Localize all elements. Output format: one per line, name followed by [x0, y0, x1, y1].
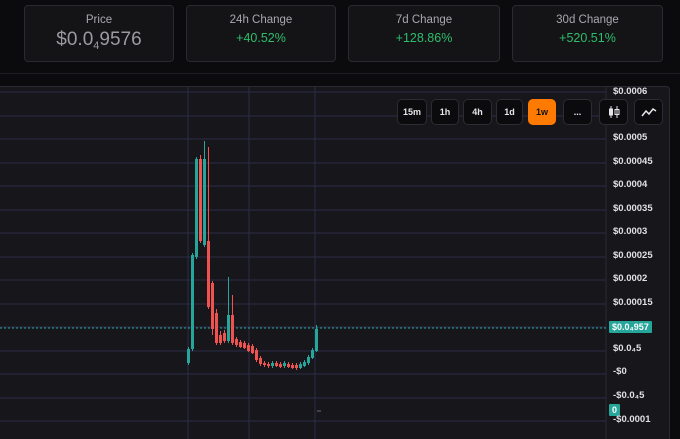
- candle-body: [255, 350, 258, 360]
- y-axis-label: $0.00025: [613, 250, 653, 261]
- y-axis-label: $0.00045: [613, 156, 653, 167]
- candle-body: [279, 364, 282, 367]
- candle-body: [195, 159, 198, 257]
- candle-body: [307, 357, 310, 363]
- candle-body: [259, 358, 262, 364]
- candle-body: [263, 363, 266, 365]
- y-axis-label: $0.0₄5: [613, 343, 642, 354]
- change-7d-label: 7d Change: [395, 14, 453, 26]
- candle-body: [315, 329, 318, 351]
- price-card: Price $0.049576: [24, 5, 174, 62]
- candle-body: [303, 362, 306, 366]
- candle-body: [271, 363, 274, 366]
- candle-body: [299, 364, 302, 368]
- candle-body: [283, 363, 286, 366]
- interval-15m-button[interactable]: 15m: [397, 99, 427, 125]
- candle-body: [191, 255, 194, 349]
- candles: [187, 141, 318, 370]
- change-7d-value: +128.86%: [395, 31, 453, 45]
- candle-body: [275, 363, 278, 366]
- stats-divider: [0, 73, 680, 74]
- price-chart[interactable]: [0, 86, 670, 439]
- candle-body: [295, 365, 298, 368]
- stats-bar: Price $0.049576 24h Change +40.52% 7d Ch…: [0, 0, 680, 74]
- y-axis-label: -$0: [613, 366, 627, 377]
- candle-body: [287, 364, 290, 367]
- candle-body: [199, 159, 202, 241]
- interval-1d-button[interactable]: 1d: [496, 99, 523, 125]
- horizontal-gridlines: [0, 91, 606, 422]
- change-24h-value: +40.52%: [236, 31, 286, 45]
- y-axis-label: $0.0002: [613, 273, 648, 284]
- y-axis-label: $0.0006: [613, 86, 648, 97]
- candle-body: [211, 283, 214, 329]
- candle-body: [227, 315, 230, 341]
- candle-body: [311, 350, 314, 358]
- candle-body: [251, 346, 254, 353]
- candle-body: [219, 335, 222, 343]
- interval-4h-button[interactable]: 4h: [463, 99, 492, 125]
- candle-body: [223, 333, 226, 341]
- line-chart-icon[interactable]: [634, 99, 663, 125]
- more-button[interactable]: ...: [563, 99, 592, 125]
- y-axis-label: $0.0004: [613, 179, 648, 190]
- y-axis-label: -$0.0₄5: [613, 390, 645, 401]
- current-price-badge: $0.0₄957: [609, 321, 652, 333]
- y-axis-label: $0.00015: [613, 297, 653, 308]
- change-30d-label: 30d Change: [556, 14, 619, 26]
- candle-body: [291, 365, 294, 368]
- price-label: Price: [85, 14, 113, 26]
- change-30d-card: 30d Change +520.51%: [512, 5, 663, 62]
- y-axis-label: $0.0003: [613, 226, 648, 237]
- candle-body: [243, 343, 246, 348]
- candle-body: [231, 315, 234, 343]
- candle-body: [239, 342, 242, 347]
- candle-body: [207, 241, 210, 307]
- y-axis-label: -$0.0001: [613, 414, 651, 425]
- price-value: $0.049576: [56, 29, 142, 52]
- interval-1h-button[interactable]: 1h: [431, 99, 459, 125]
- candlestick-plot[interactable]: [0, 87, 670, 439]
- candle-body: [267, 364, 270, 366]
- change-24h-label: 24h Change: [229, 14, 293, 26]
- candlestick-icon[interactable]: [599, 99, 628, 125]
- change-7d-card: 7d Change +128.86%: [348, 5, 500, 62]
- y-axis-label: $0.0005: [613, 132, 648, 143]
- candle-body: [247, 345, 250, 351]
- candle-body: [187, 349, 190, 363]
- candle-body: [215, 313, 218, 343]
- candle-body: [203, 159, 206, 245]
- interval-1w-button[interactable]: 1w: [528, 99, 556, 125]
- change-30d-value: +520.51%: [559, 31, 616, 45]
- y-axis-label: $0.00035: [613, 203, 653, 214]
- change-24h-card: 24h Change +40.52%: [186, 5, 336, 62]
- candle-body: [235, 339, 238, 345]
